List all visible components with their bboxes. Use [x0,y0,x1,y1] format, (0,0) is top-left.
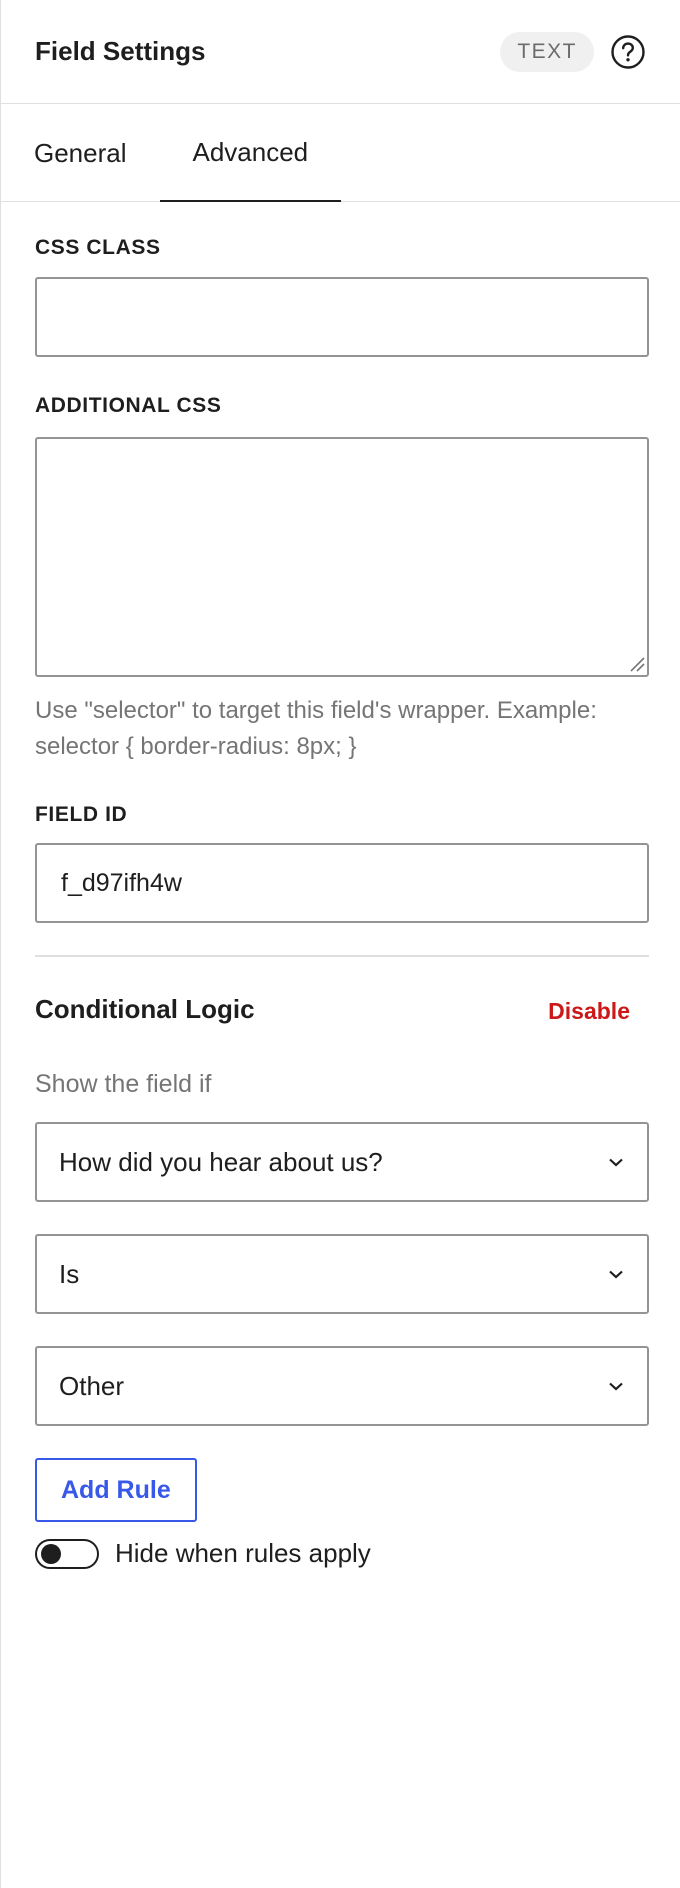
rule-value-value: Other [59,1370,125,1401]
rule-value-select[interactable]: Other [35,1346,649,1426]
rule-field-value: How did you hear about us? [59,1146,383,1177]
settings-tabs: General Advanced [1,104,680,202]
chevron-down-icon [607,1265,625,1283]
chevron-down-icon [607,1377,625,1395]
rule-operator-value: Is [59,1258,80,1289]
rule-field-select[interactable]: How did you hear about us? [35,1122,649,1202]
additional-css-label: ADDITIONAL CSS [35,394,222,417]
rule-operator-select[interactable]: Is [35,1234,649,1314]
css-class-label: CSS CLASS [35,236,161,259]
section-divider [35,955,649,957]
hide-when-rules-apply-label: Hide when rules apply [115,1538,371,1568]
toggle-knob [41,1543,61,1564]
disable-conditional-logic-link[interactable]: Disable [548,998,630,1025]
resize-handle-icon[interactable] [629,656,645,672]
chevron-down-icon [607,1153,625,1171]
field-id-input[interactable] [35,843,649,923]
tab-advanced[interactable]: Advanced [159,104,342,202]
field-type-badge: TEXT [500,31,594,72]
hide-when-rules-apply-row: Hide when rules apply [35,1538,371,1569]
help-circle-icon[interactable] [610,34,646,70]
css-class-input[interactable] [35,277,649,357]
hide-when-rules-apply-toggle[interactable] [35,1538,99,1569]
show-field-if-label: Show the field if [35,1070,212,1098]
additional-css-help: Use "selector" to target this field's wr… [35,697,597,760]
panel-header: Field Settings TEXT [1,0,680,104]
panel-title: Field Settings [35,36,206,66]
additional-css-textarea[interactable] [35,437,649,677]
conditional-logic-title: Conditional Logic [35,994,255,1024]
tab-general[interactable]: General [1,104,160,202]
add-rule-button[interactable]: Add Rule [35,1458,197,1522]
field-settings-panel: Field Settings TEXT General Advanced CSS… [0,0,680,1888]
field-id-label: FIELD ID [35,803,128,826]
